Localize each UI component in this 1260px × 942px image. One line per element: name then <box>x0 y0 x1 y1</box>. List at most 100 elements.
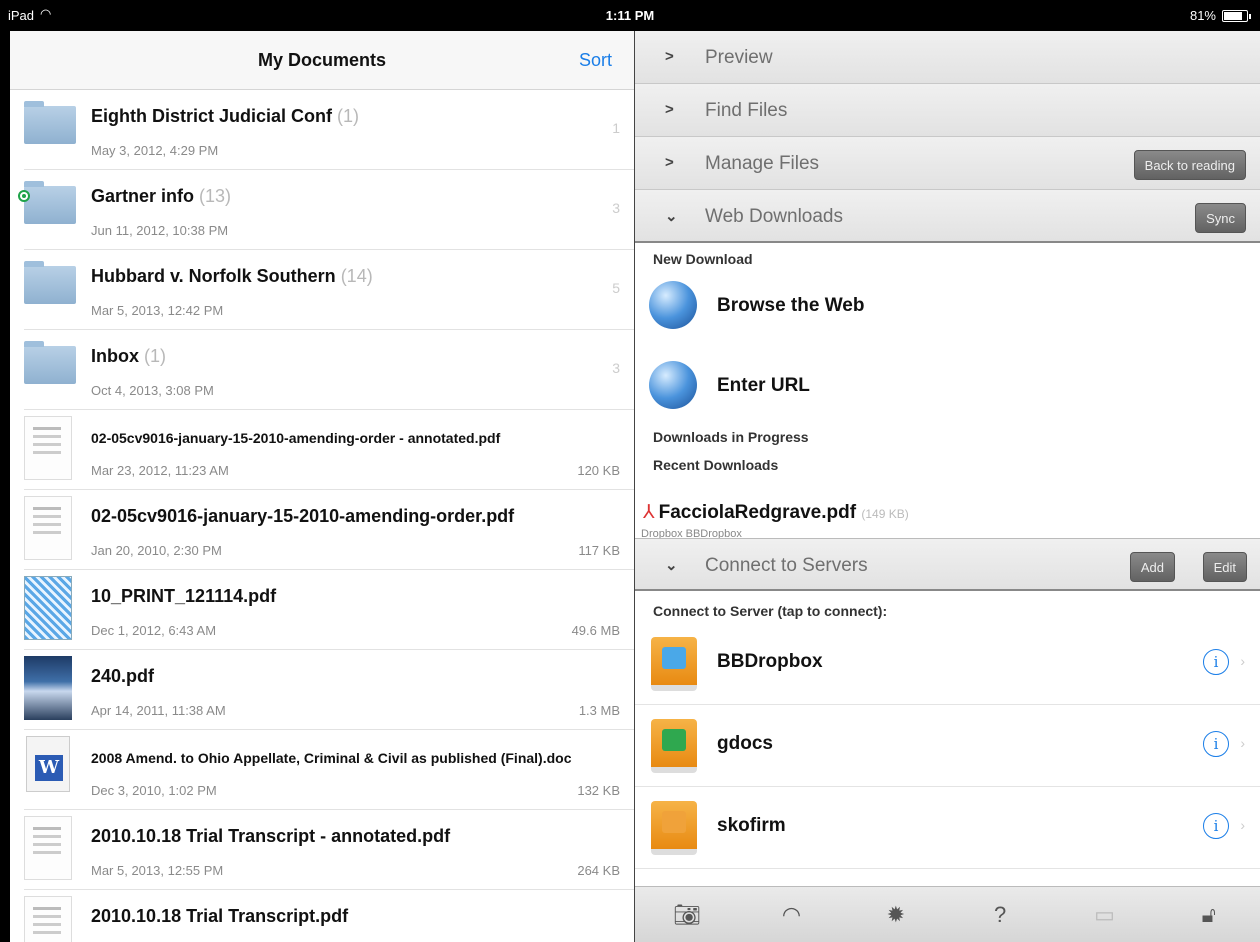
info-icon[interactable]: i <box>1203 649 1229 675</box>
folder-badge: 3 <box>612 200 620 216</box>
camera-icon[interactable]: 📷︎ <box>667 902 707 928</box>
folder-icon <box>24 341 76 384</box>
gear-icon[interactable]: ✹ <box>876 902 916 928</box>
document-name: 02-05cv9016-january-15-2010-amending-ord… <box>91 430 501 446</box>
document-date: Mar 5, 2013, 12:42 PM <box>91 303 224 318</box>
battery-indicator: 81% <box>1190 8 1251 23</box>
info-icon[interactable]: i <box>1203 731 1229 757</box>
file-row[interactable]: 02-05cv9016-january-15-2010-amending-ord… <box>24 490 634 570</box>
server-row[interactable]: gdocs i › <box>635 705 1260 787</box>
document-thumbnail <box>24 656 72 720</box>
recent-file-size: (149 KB) <box>861 507 909 521</box>
document-date: May 3, 2012, 4:29 PM <box>91 143 219 158</box>
web-downloads-section[interactable]: ⌄ Web Downloads Sync <box>635 190 1260 243</box>
document-name: Eighth District Judicial Conf (1) <box>91 106 360 126</box>
server-name: BBDropbox <box>717 651 823 672</box>
recent-download-item[interactable]: ⅄ FacciolaRedgrave.pdf (149 KB) <box>643 501 909 524</box>
item-count: (1) <box>144 346 167 366</box>
status-bar: iPad ◠ 1:11 PM 81% <box>0 0 1260 31</box>
find-files-section[interactable]: > Find Files <box>635 84 1260 137</box>
monitor-icon[interactable]: ▭ <box>1084 902 1124 928</box>
sync-button[interactable]: Sync <box>1195 203 1246 233</box>
browse-web-row[interactable]: Browse the Web <box>635 267 1260 347</box>
chevron-right-icon: > <box>665 101 674 118</box>
document-name: Hubbard v. Norfolk Southern (14) <box>91 266 373 286</box>
document-date: Jan 20, 2010, 2:30 PM <box>91 543 222 558</box>
folder-row[interactable]: Gartner info (13) Jun 11, 2012, 10:38 PM 3 <box>18 170 634 250</box>
document-date: Mar 5, 2013, 12:55 PM <box>91 863 224 878</box>
chevron-right-icon: › <box>1240 653 1245 669</box>
server-name: gdocs <box>717 733 773 754</box>
document-date: Dec 1, 2012, 6:43 AM <box>91 623 217 638</box>
back-to-reading-button[interactable]: Back to reading <box>1133 150 1246 180</box>
downloads-in-progress-header: Downloads in Progress <box>653 429 809 445</box>
recent-file-location: Dropbox BBDropbox <box>641 528 742 538</box>
document-name: 10_PRINT_121114.pdf <box>91 586 277 606</box>
file-row[interactable]: 2010.10.18 Trial Transcript.pdf <box>24 890 634 942</box>
find-files-label: Find Files <box>705 100 788 121</box>
document-name: Gartner info (13) <box>91 186 232 206</box>
browse-web-label: Browse the Web <box>717 295 865 316</box>
chevron-down-icon: ⌄ <box>665 557 678 574</box>
new-download-header: New Download <box>653 251 753 267</box>
enter-url-label: Enter URL <box>717 375 810 396</box>
recent-file-name: FacciolaRedgrave.pdf <box>658 502 857 523</box>
enter-url-row[interactable]: Enter URL <box>635 347 1260 427</box>
preview-section[interactable]: > Preview <box>635 31 1260 84</box>
connect-servers-label: Connect to Servers <box>705 555 868 576</box>
sync-status-icon <box>18 190 30 202</box>
sort-button[interactable]: Sort <box>579 50 612 71</box>
server-name: skofirm <box>717 815 786 836</box>
document-size: 132 KB <box>577 783 620 798</box>
server-row[interactable]: skofirm i › <box>635 787 1260 869</box>
document-date: Mar 23, 2012, 11:23 AM <box>91 463 229 478</box>
manage-files-label: Manage Files <box>705 153 820 174</box>
lock-icon[interactable]: 🔓︎ <box>1189 902 1229 928</box>
file-row[interactable]: W 2008 Amend. to Ohio Appellate, Criminal… <box>24 730 634 810</box>
document-size: 117 KB <box>578 543 620 558</box>
folder-row[interactable]: Inbox (1) Oct 4, 2013, 3:08 PM 3 <box>24 330 634 410</box>
clock: 1:11 PM <box>605 8 655 23</box>
chevron-right-icon: › <box>1240 817 1245 833</box>
documents-navbar: My Documents Sort <box>10 31 634 90</box>
word-icon: W <box>26 736 70 792</box>
info-icon[interactable]: i <box>1203 813 1229 839</box>
document-size: 1.3 MB <box>578 703 620 718</box>
folder-row[interactable]: Eighth District Judicial Conf (1) May 3, … <box>24 90 634 170</box>
file-row[interactable]: 240.pdf Apr 14, 2011, 11:38 AM 1.3 MB <box>24 650 634 730</box>
document-date: Jun 11, 2012, 10:38 PM <box>91 223 229 238</box>
folder-icon <box>24 261 76 304</box>
server-row[interactable]: BBDropbox i › <box>635 623 1260 705</box>
server-drive-icon <box>651 719 697 773</box>
file-row[interactable]: 10_PRINT_121114.pdf Dec 1, 2012, 6:43 AM 4… <box>24 570 634 650</box>
file-row[interactable]: 2010.10.18 Trial Transcript - annotated.… <box>24 810 634 890</box>
item-count: (14) <box>340 266 373 286</box>
globe-icon <box>649 281 697 329</box>
wifi-icon[interactable]: ◠ <box>771 902 811 928</box>
help-icon[interactable]: ? <box>980 902 1020 928</box>
document-name: 2010.10.18 Trial Transcript - annotated.… <box>91 826 451 846</box>
folder-badge: 1 <box>612 120 620 136</box>
manage-files-section[interactable]: > Manage Files Back to reading <box>635 137 1260 190</box>
edit-servers-button[interactable]: Edit <box>1202 552 1247 582</box>
documents-panel: My Documents Sort Eighth District Judici… <box>10 31 634 942</box>
web-downloads-label: Web Downloads <box>705 206 844 227</box>
preview-label: Preview <box>705 47 773 68</box>
document-thumbnail <box>24 416 72 480</box>
bottom-toolbar: 📷︎ ◠ ✹ ? ▭ 🔓︎ <box>635 886 1260 942</box>
folder-icon <box>24 101 76 144</box>
file-row[interactable]: 02-05cv9016-january-15-2010-amending-ord… <box>24 410 634 490</box>
recent-downloads-header: Recent Downloads <box>653 457 779 473</box>
connect-servers-section[interactable]: ⌄ Connect to Servers Add Edit <box>635 538 1260 591</box>
connect-server-header: Connect to Server (tap to connect): <box>653 603 888 619</box>
document-name: 2008 Amend. to Ohio Appellate, Criminal … <box>91 750 572 766</box>
document-thumbnail <box>24 496 72 560</box>
document-size: 120 KB <box>577 463 620 478</box>
document-name: 02-05cv9016-january-15-2010-amending-ord… <box>91 506 515 526</box>
server-drive-icon <box>651 801 697 855</box>
folder-row[interactable]: Hubbard v. Norfolk Southern (14) Mar 5, 2… <box>24 250 634 330</box>
item-count: (13) <box>199 186 232 206</box>
add-server-button[interactable]: Add <box>1129 552 1175 582</box>
document-list: Eighth District Judicial Conf (1) May 3, … <box>10 90 634 942</box>
document-size: 264 KB <box>577 863 620 878</box>
